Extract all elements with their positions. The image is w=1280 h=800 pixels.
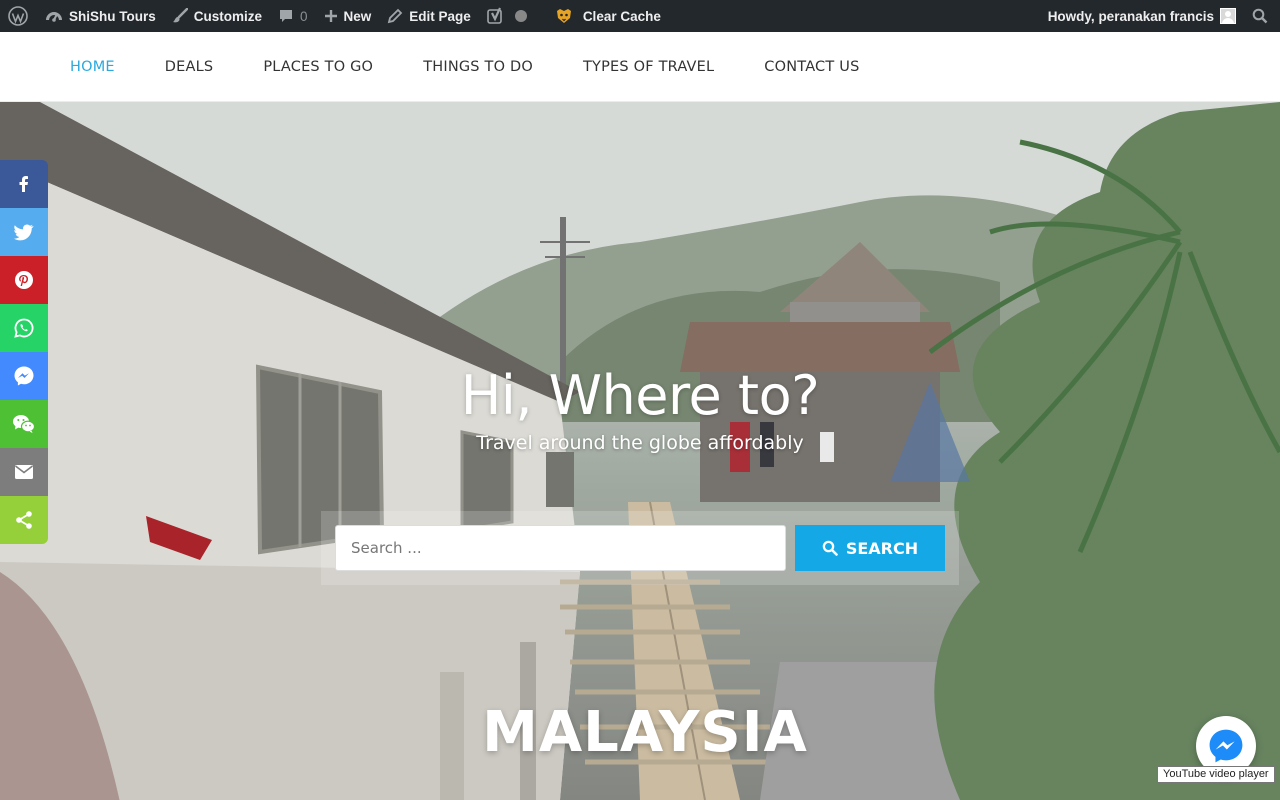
social-share-sidebar [0,160,48,544]
comments-link[interactable]: 0 [270,0,316,32]
nav-types-of-travel[interactable]: TYPES OF TRAVEL [583,59,714,75]
admin-search-button[interactable] [1244,0,1280,32]
seo-status-dot [514,10,527,22]
messenger-icon [14,366,34,386]
edit-page-link[interactable]: Edit Page [379,0,479,32]
share-email-button[interactable] [0,448,48,496]
share-twitter-button[interactable] [0,208,48,256]
facebook-icon [19,176,28,192]
site-name-link[interactable]: ShiShu Tours [37,0,164,32]
nav-things-to-do[interactable]: THINGS TO DO [423,59,533,75]
nav-contact-us[interactable]: CONTACT US [764,59,859,75]
search-input[interactable] [335,525,786,571]
pinterest-icon [15,271,33,289]
edit-page-label: Edit Page [409,8,471,24]
main-navigation: HOME DEALS PLACES TO GO THINGS TO DO TYP… [0,32,1280,102]
share-wechat-button[interactable] [0,400,48,448]
avatar [1220,8,1236,24]
dashboard-icon [46,12,62,22]
paintbrush-icon [172,8,188,23]
yoast-logo-icon [487,7,502,24]
new-content-link[interactable]: New [316,0,380,32]
share-more-button[interactable] [0,496,48,544]
site-name-label: ShiShu Tours [69,8,156,24]
search-button[interactable]: SEARCH [795,525,945,571]
wechat-icon [13,415,36,433]
new-label: New [343,8,372,24]
cheetah-icon [556,9,571,23]
comments-count: 0 [300,8,308,24]
hero-video-section: Hi, Where to? Travel around the globe af… [0,102,1280,800]
search-icon [1252,8,1268,24]
video-watermark-text: MALAYSIA [482,700,808,765]
search-button-label: SEARCH [845,538,919,558]
search-icon [822,540,838,556]
share-icon [16,511,32,529]
comment-bubble-icon [280,10,293,22]
pencil-icon [388,8,403,24]
wp-admin-bar: ShiShu Tours Customize 0 New Edit Page C… [0,0,1280,32]
hero-subtitle: Travel around the globe affordably [476,432,804,454]
youtube-player-tooltip: YouTube video player [1157,766,1275,783]
clear-cache-link[interactable]: Clear Cache [547,0,669,32]
clear-cache-label: Clear Cache [582,8,661,24]
yoast-seo-menu[interactable] [479,0,535,32]
share-pinterest-button[interactable] [0,256,48,304]
nav-home[interactable]: HOME [70,59,115,75]
email-icon [15,465,33,479]
share-whatsapp-button[interactable] [0,304,48,352]
twitter-icon [14,224,34,240]
wordpress-menu[interactable] [0,0,37,32]
hero-title: Hi, Where to? [460,364,820,427]
howdy-label: Howdy, peranakan francis [1047,8,1214,24]
whatsapp-icon [14,318,34,338]
customize-link[interactable]: Customize [164,0,270,32]
nav-places-to-go[interactable]: PLACES TO GO [263,59,373,75]
plus-icon [324,10,337,22]
search-form: SEARCH [321,511,959,585]
nav-deals[interactable]: DEALS [165,59,214,75]
messenger-icon [1209,729,1243,763]
share-messenger-button[interactable] [0,352,48,400]
customize-label: Customize [193,8,263,24]
share-facebook-button[interactable] [0,160,48,208]
my-account-menu[interactable]: Howdy, peranakan francis [1040,0,1244,32]
wordpress-logo-icon [8,6,28,26]
